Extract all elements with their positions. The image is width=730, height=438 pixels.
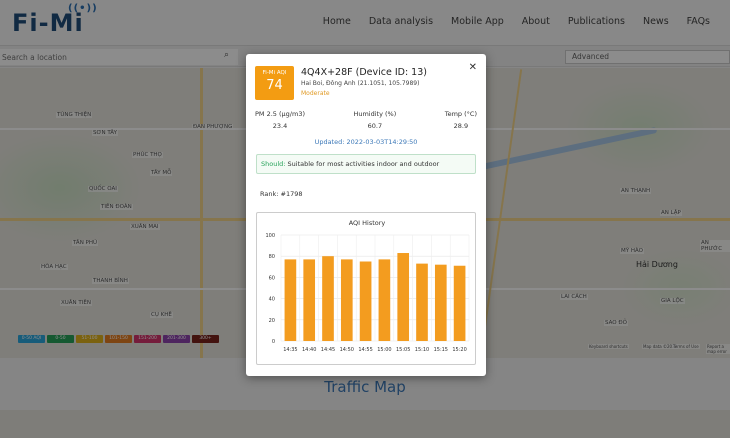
- advice-text: Suitable for most activities indoor and …: [285, 160, 440, 168]
- aqi-history-chart: AQI History 0 20 40 60 80 100 14:35 14:40 14:45 14…: [256, 212, 476, 365]
- metric-pm25: PM 2.5 (μg/m3) 23.4: [255, 110, 305, 130]
- rank-text: Rank: #1798: [260, 190, 303, 198]
- metric-value: 28.9: [453, 122, 469, 130]
- aqi-history-svg: AQI History 0 20 40 60 80 100 14:35 14:40 14:45 14…: [265, 219, 470, 353]
- metric-humidity: Humidity (%) 60.7: [353, 110, 396, 130]
- x-tick-label: 14:40: [302, 347, 316, 353]
- x-tick-label: 15:15: [434, 347, 448, 353]
- x-tick-label: 15:00: [377, 347, 391, 353]
- aqi-badge: Fi-Mi AQI 74: [255, 66, 294, 100]
- chart-bar: [416, 263, 428, 341]
- y-tick-label: 60: [269, 275, 275, 281]
- x-tick-label: 14:45: [321, 347, 335, 353]
- updated-timestamp: Updated: 2022-03-03T14:29:50: [314, 138, 418, 146]
- x-tick-label: 14:35: [283, 347, 297, 353]
- chart-bar: [434, 264, 447, 341]
- chart-bar: [303, 259, 316, 341]
- y-tick-label: 100: [265, 233, 275, 239]
- metric-label: PM 2.5 (μg/m3): [255, 110, 305, 118]
- chart-title: AQI History: [349, 219, 386, 227]
- chart-bar: [284, 259, 297, 341]
- x-tick-label: 15:05: [396, 347, 410, 353]
- chart-bar: [378, 259, 391, 341]
- metric-value: 60.7: [367, 122, 383, 130]
- y-tick-label: 20: [269, 318, 275, 324]
- chart-bar: [322, 256, 334, 341]
- device-location: Hai Boi, Đông Anh (21.1051, 105.7989): [301, 80, 420, 87]
- metric-label: Temp (°C): [444, 110, 477, 118]
- metric-value: 23.4: [272, 122, 288, 130]
- x-tick-label: 15:20: [452, 347, 466, 353]
- metric-label: Humidity (%): [353, 110, 397, 118]
- metrics-row: PM 2.5 (μg/m3) 23.4 Humidity (%) 60.7 Te…: [255, 110, 477, 130]
- x-tick-label: 14:50: [340, 347, 354, 353]
- advice-prefix: Should:: [261, 160, 286, 168]
- close-icon[interactable]: ✕: [469, 62, 477, 73]
- y-tick-label: 40: [269, 297, 275, 303]
- y-tick-label: 0: [272, 339, 275, 345]
- chart-bar: [397, 253, 410, 341]
- aqi-badge-value: 74: [266, 78, 283, 93]
- chart-bar: [359, 261, 372, 341]
- aqi-status: Moderate: [301, 90, 330, 97]
- advice-box: Should: Suitable for most activities ind…: [256, 154, 476, 174]
- aqi-badge-label: Fi-Mi AQI: [262, 70, 287, 76]
- chart-bar: [453, 265, 466, 341]
- chart-bar: [340, 259, 353, 341]
- x-tick-label: 14:55: [358, 347, 372, 353]
- device-modal: ✕ Fi-Mi AQI 74 4Q4X+28F (Device ID: 13) …: [246, 54, 486, 376]
- x-tick-label: 15:10: [415, 347, 429, 353]
- device-title: 4Q4X+28F (Device ID: 13): [301, 67, 427, 78]
- y-tick-label: 80: [269, 254, 275, 260]
- metric-temp: Temp (°C) 28.9: [445, 110, 477, 130]
